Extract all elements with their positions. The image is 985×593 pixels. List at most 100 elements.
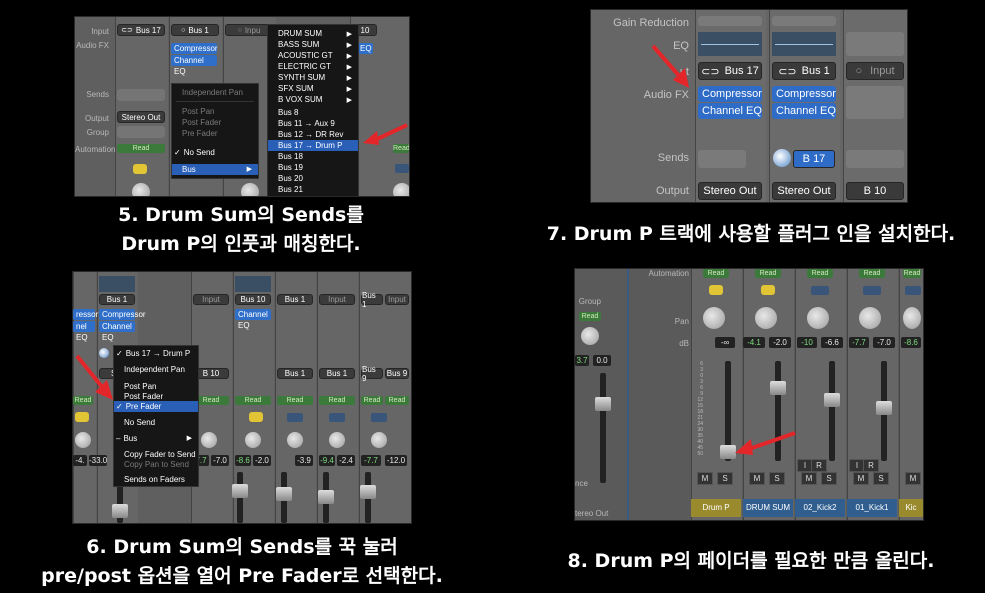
solo-button[interactable]: S: [821, 472, 837, 485]
audio-fx-slot[interactable]: [846, 86, 904, 119]
plugin-compressor[interactable]: ressor: [73, 309, 98, 320]
mute-button[interactable]: M: [853, 472, 869, 485]
eq-thumbnail[interactable]: [235, 276, 271, 292]
input-slot[interactable]: Input: [193, 294, 229, 305]
send-slot[interactable]: [698, 150, 746, 168]
automation-read-button[interactable]: Read: [385, 396, 409, 405]
group-slot[interactable]: [117, 126, 165, 138]
input-slot[interactable]: ⊂⊃ Bus 1: [772, 62, 836, 80]
input-monitor-icon[interactable]: [75, 412, 89, 422]
bus-item-selected[interactable]: Bus 17 → Drum P: [268, 140, 358, 151]
menu-item-no-send[interactable]: No Send: [114, 417, 198, 428]
bus-item[interactable]: Bus 8: [268, 107, 358, 118]
input-slot[interactable]: Input: [319, 294, 355, 305]
automation-read-button[interactable]: Read: [703, 269, 729, 278]
track-name[interactable]: 01_Kick1: [847, 499, 897, 517]
output-slot[interactable]: Bus 9: [361, 365, 383, 383]
automation-read-button[interactable]: Read: [361, 396, 383, 405]
input-slot[interactable]: Bus 1: [99, 294, 135, 305]
pan-knob[interactable]: [245, 432, 261, 448]
pan-knob[interactable]: [581, 327, 599, 345]
pan-knob[interactable]: [241, 183, 259, 196]
bus-item[interactable]: ACOUSTIC GT: [268, 50, 358, 61]
send-slot[interactable]: [846, 150, 904, 168]
output-slot[interactable]: Stereo Out: [117, 111, 165, 123]
plugin-compressor[interactable]: Compressor: [99, 309, 146, 320]
pan-knob[interactable]: [703, 307, 725, 329]
solo-button[interactable]: S: [873, 472, 889, 485]
fader-cap-drum-p[interactable]: [720, 445, 736, 459]
automation-read-button[interactable]: Read: [319, 396, 355, 405]
pan-knob[interactable]: [859, 307, 881, 329]
plugin-channel-eq[interactable]: Channel EQ: [698, 103, 762, 119]
plugin-channel-eq[interactable]: Channel EQ: [171, 55, 217, 76]
menu-item-independent-pan[interactable]: Independent Pan: [172, 87, 258, 98]
output-slot[interactable]: Bus 9: [385, 368, 409, 379]
input-monitor-icon[interactable]: [761, 285, 775, 295]
bus-item[interactable]: Bus 19: [268, 162, 358, 173]
mute-button[interactable]: M: [697, 472, 713, 485]
volume-fader[interactable]: [829, 361, 835, 461]
output-slot[interactable]: Bus 1: [277, 368, 313, 379]
bus-item[interactable]: BASS SUM: [268, 39, 358, 50]
automation-read-button[interactable]: Read: [807, 269, 833, 278]
fader-cap[interactable]: [112, 504, 128, 518]
menu-item-copy-pan-to-send[interactable]: Copy Pan to Send: [114, 459, 198, 470]
solo-button[interactable]: S: [717, 472, 733, 485]
input-slot[interactable]: ○ Inpu: [225, 24, 273, 36]
bus-item[interactable]: Bus 11 → Aux 9: [268, 118, 358, 129]
record-button[interactable]: R: [863, 459, 879, 472]
input-slot[interactable]: Input: [385, 294, 409, 305]
record-button[interactable]: R: [811, 459, 827, 472]
automation-read-button[interactable]: Read: [117, 144, 165, 153]
fader-cap[interactable]: [824, 393, 840, 407]
pan-knob[interactable]: [329, 432, 345, 448]
eq-thumbnail[interactable]: [99, 276, 135, 292]
input-slot[interactable]: Bus 1: [277, 294, 313, 305]
input-slot[interactable]: Bus 1: [361, 291, 383, 309]
bus-item[interactable]: Bus 12 → DR Rev: [268, 129, 358, 140]
pan-knob[interactable]: [903, 307, 921, 329]
bus-item[interactable]: B VOX SUM: [268, 94, 358, 105]
automation-read-button[interactable]: Read: [235, 396, 271, 405]
track-name[interactable]: Kic: [899, 499, 923, 517]
plugin-compressor[interactable]: Compressor: [772, 86, 836, 102]
fader-cap[interactable]: [276, 487, 292, 501]
fader-cap[interactable]: [232, 484, 248, 498]
input-monitor-icon[interactable]: [249, 412, 263, 422]
pan-knob[interactable]: [75, 432, 91, 448]
fader-cap[interactable]: [876, 401, 892, 415]
input-monitor-icon[interactable]: [709, 285, 723, 295]
plugin-channel-eq[interactable]: Channel EQ: [99, 321, 135, 342]
input-slot[interactable]: Bus 10: [235, 294, 271, 305]
automation-read-button[interactable]: Read: [755, 269, 781, 278]
pan-knob[interactable]: [755, 307, 777, 329]
input-slot[interactable]: ○ Input: [846, 62, 904, 80]
plugin-channel-eq[interactable]: Channel EQ: [235, 309, 271, 330]
automation-read-button[interactable]: Read: [903, 269, 921, 278]
mute-button[interactable]: M: [749, 472, 765, 485]
bus-item[interactable]: Bus 20: [268, 173, 358, 184]
track-name-drum-p[interactable]: Drum P: [691, 499, 741, 517]
menu-item-post-fader[interactable]: Post Fader: [172, 117, 258, 128]
input-slot[interactable]: ⊂⊃ Bus 17: [117, 24, 165, 36]
send-slot[interactable]: B 17: [793, 150, 835, 168]
pan-knob[interactable]: [201, 432, 217, 448]
menu-item-bus[interactable]: – Bus ▶: [114, 433, 198, 444]
fader-cap[interactable]: [360, 485, 376, 499]
input-monitor-icon[interactable]: [133, 164, 147, 174]
pan-knob[interactable]: [371, 432, 387, 448]
plugin-channel-eq[interactable]: Channel EQ: [772, 103, 836, 119]
solo-button[interactable]: S: [769, 472, 785, 485]
menu-item-independent-pan[interactable]: Independent Pan: [114, 364, 198, 375]
automation-read-button[interactable]: Read: [277, 396, 313, 405]
menu-item-no-send[interactable]: ✓ No Send: [172, 147, 258, 158]
bus-item[interactable]: Bus 18: [268, 151, 358, 162]
eq-thumbnail[interactable]: [846, 32, 904, 56]
plugin-compressor[interactable]: Compressor: [698, 86, 762, 102]
output-slot[interactable]: B 10: [846, 182, 904, 200]
menu-item-bus[interactable]: Bus ▶: [172, 164, 258, 175]
track-name[interactable]: DRUM SUM: [743, 499, 793, 517]
input-slot[interactable]: ○ Bus 1: [171, 24, 219, 36]
menu-item-pre-fader[interactable]: Pre Fader: [172, 128, 258, 139]
